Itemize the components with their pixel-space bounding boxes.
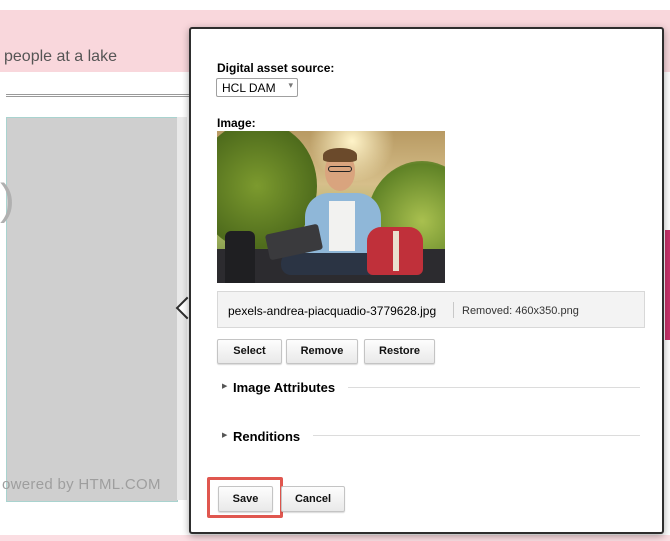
remove-button[interactable]: Remove (286, 339, 358, 364)
powered-by-text: owered by HTML.COM (2, 476, 161, 493)
renditions-toggle[interactable]: Renditions (233, 429, 300, 444)
image-preview (217, 131, 445, 283)
removed-file-text: Removed: 460x350.png (462, 305, 579, 317)
selected-file-bar: pexels-andrea-piacquadio-3779628.jpg Rem… (217, 291, 645, 328)
image-attributes-toggle[interactable]: Image Attributes (233, 380, 335, 395)
section-divider (313, 435, 640, 436)
asset-source-select[interactable]: HCL DAM ▾ (216, 78, 298, 97)
restore-button[interactable]: Restore (364, 339, 435, 364)
asset-source-label: Digital asset source: (217, 61, 335, 75)
file-separator (453, 302, 454, 318)
page-footer-band (0, 535, 670, 541)
section-divider (348, 387, 640, 388)
cancel-button[interactable]: Cancel (281, 486, 345, 512)
save-button[interactable]: Save (218, 486, 273, 512)
asset-source-value: HCL DAM (222, 81, 276, 95)
triangle-right-icon[interactable]: ▶ (222, 382, 227, 390)
select-button[interactable]: Select (217, 339, 282, 364)
page-divider (6, 94, 196, 97)
chevron-down-icon: ▾ (288, 80, 293, 90)
embed-preview-glyph: ) (0, 175, 15, 224)
embed-preview (6, 117, 178, 502)
page-heading: people at a lake (4, 48, 117, 65)
page-accent-bar (665, 230, 670, 340)
image-label: Image: (217, 116, 256, 130)
file-name: pexels-andrea-piacquadio-3779628.jpg (228, 304, 437, 318)
triangle-right-icon[interactable]: ▶ (222, 431, 227, 439)
